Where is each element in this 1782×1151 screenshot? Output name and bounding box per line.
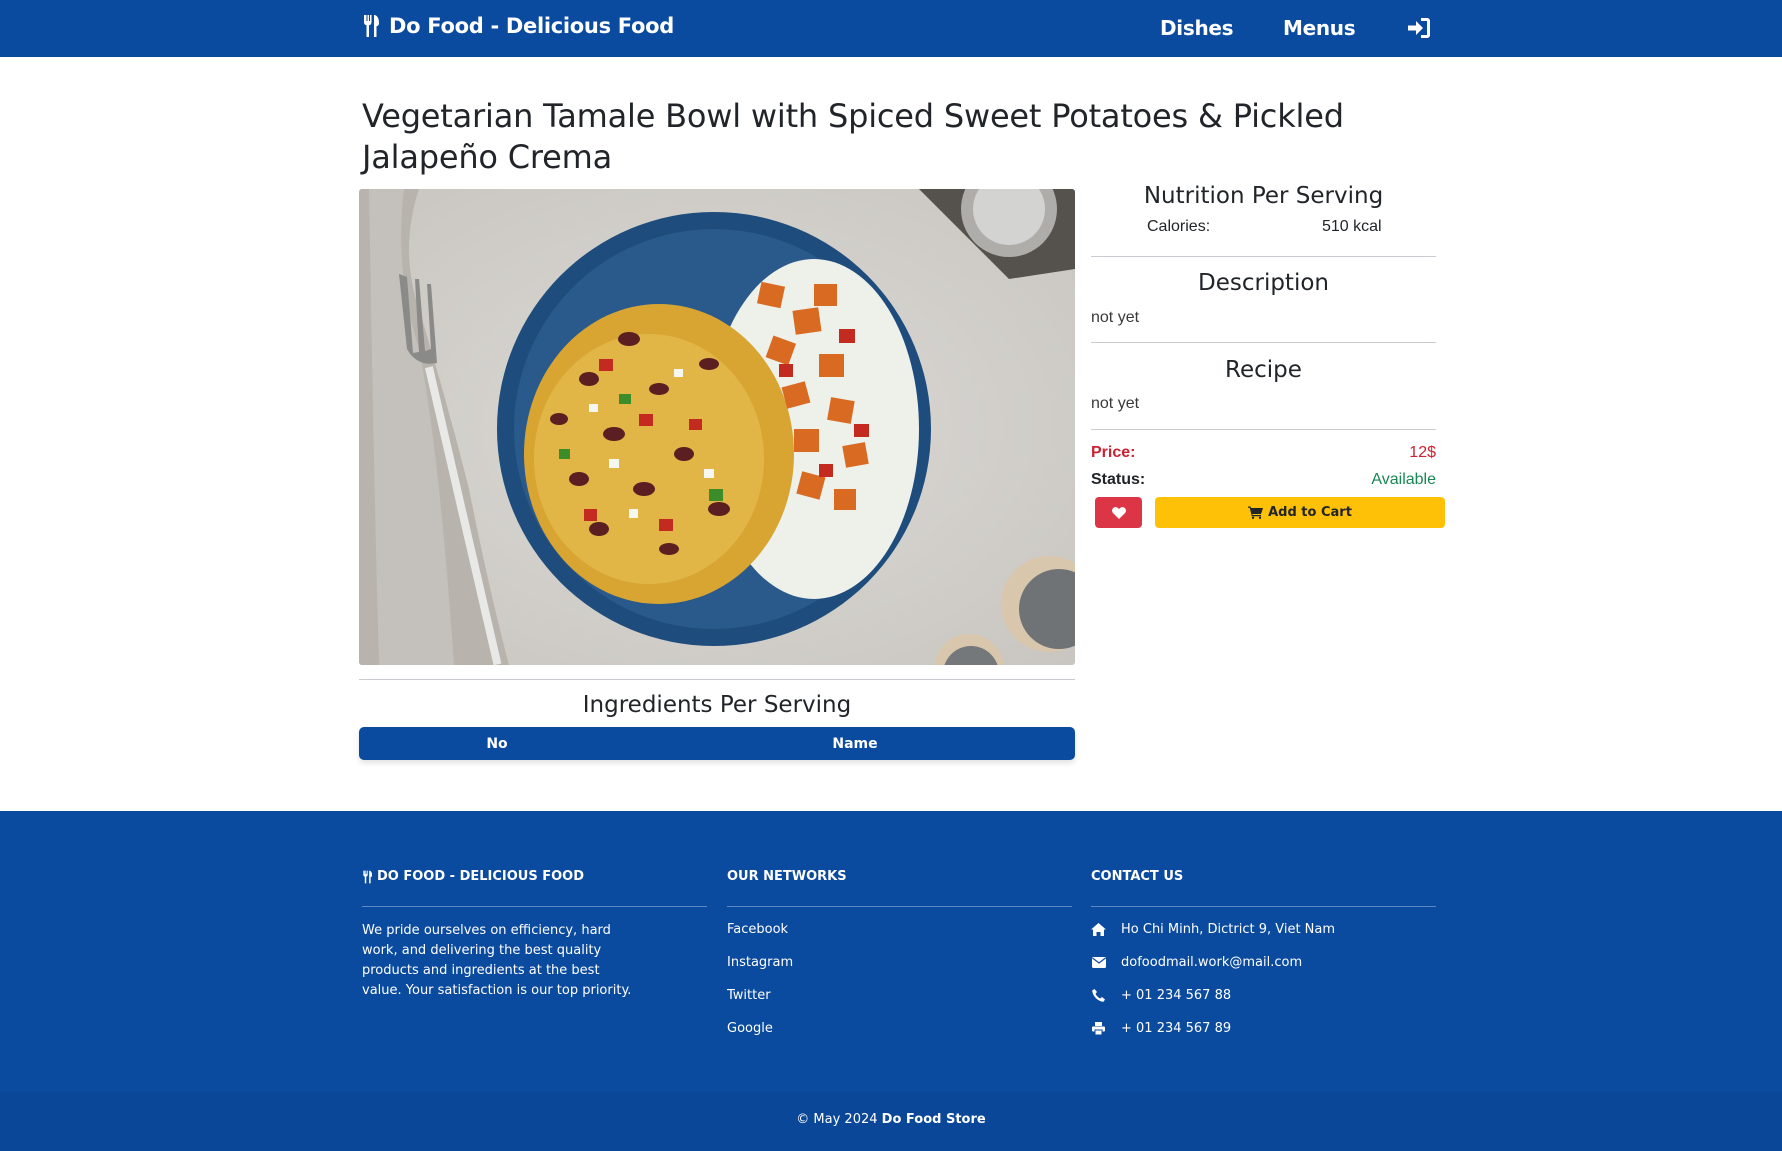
ingredients-table-header: No Name — [359, 727, 1075, 760]
copyright: © May 2024 Do Food Store — [0, 1112, 1782, 1127]
home-icon — [1091, 923, 1106, 936]
footer-contact-heading: CONTACT US — [1091, 869, 1184, 884]
footer-about-text: We pride ourselves on efficiency, hard w… — [362, 923, 632, 998]
footer-networks-heading: OUR NETWORKS — [727, 869, 847, 884]
footer-link-twitter[interactable]: Twitter — [727, 988, 771, 1003]
dish-photo — [359, 189, 1075, 665]
nav-link-dishes[interactable]: Dishes — [1160, 16, 1234, 40]
brand-text: Do Food - Delicious Food — [389, 14, 674, 38]
footer-contact-address: Ho Chi Minh, Dictrict 9, Viet Nam — [1091, 922, 1335, 937]
print-icon — [1092, 1022, 1105, 1035]
ingredients-title: Ingredients Per Serving — [582, 692, 852, 718]
add-to-cart-button[interactable]: Add to Cart — [1155, 497, 1445, 528]
utensils-icon — [363, 870, 373, 883]
brand-link[interactable]: Do Food - Delicious Food — [362, 14, 674, 38]
column-header-name: Name — [832, 735, 878, 752]
description-text: not yet — [1091, 309, 1140, 326]
divider — [359, 679, 1075, 680]
copyright-store: Do Food Store — [881, 1112, 986, 1127]
footer-brand-text: DO FOOD - DELICIOUS FOOD — [377, 869, 585, 884]
navbar: Do Food - Delicious Food Dishes Menus — [0, 0, 1782, 57]
status-label: Status: — [1091, 471, 1146, 488]
calories-label: Calories: — [1147, 218, 1211, 235]
copyright-prefix: © May 2024 — [796, 1112, 878, 1127]
nav-link-menus[interactable]: Menus — [1283, 16, 1356, 40]
footer-link-instagram[interactable]: Instagram — [727, 955, 793, 970]
contact-fax-text: + 01 234 567 89 — [1121, 1021, 1232, 1036]
price-value: 12$ — [1409, 444, 1436, 461]
footer: DO FOOD - DELICIOUS FOOD OUR NETWORKS CO… — [0, 811, 1782, 1092]
footer-link-google[interactable]: Google — [727, 1021, 773, 1036]
contact-address-text: Ho Chi Minh, Dictrict 9, Viet Nam — [1121, 922, 1336, 937]
footer-link-facebook[interactable]: Facebook — [727, 922, 788, 937]
contact-phone-text: + 01 234 567 88 — [1121, 988, 1232, 1003]
footer-brand-heading: DO FOOD - DELICIOUS FOOD — [362, 869, 584, 884]
dish-title: Vegetarian Tamale Bowl with Spiced Sweet… — [362, 97, 1344, 176]
contact-email-text[interactable]: dofoodmail.work@mail.com — [1121, 955, 1302, 970]
calories-value: 510 kcal — [1322, 218, 1382, 235]
heart-icon — [1111, 506, 1126, 519]
divider — [1091, 342, 1436, 343]
recipe-title: Recipe — [1225, 357, 1302, 383]
status-value: Available — [1371, 471, 1436, 488]
footer-divider — [727, 906, 1072, 907]
sign-in-icon[interactable] — [1407, 17, 1431, 39]
divider — [1091, 256, 1436, 257]
nutrition-title: Nutrition Per Serving — [1143, 183, 1384, 209]
footer-contact-email: dofoodmail.work@mail.com — [1091, 955, 1302, 970]
shopping-cart-icon — [1248, 506, 1264, 519]
footer-divider — [1091, 906, 1436, 907]
phone-icon — [1092, 989, 1105, 1002]
footer-contact-fax: + 01 234 567 89 — [1091, 1021, 1231, 1036]
utensils-icon — [364, 15, 379, 37]
envelope-icon — [1091, 957, 1106, 968]
footer-contact-phone: + 01 234 567 88 — [1091, 988, 1231, 1003]
favorite-button[interactable] — [1095, 497, 1142, 528]
description-title: Description — [1198, 270, 1329, 296]
add-to-cart-label: Add to Cart — [1268, 505, 1352, 520]
column-header-no: No — [486, 735, 508, 752]
footer-bottom-bar: © May 2024 Do Food Store — [0, 1092, 1782, 1151]
price-label: Price: — [1091, 444, 1136, 461]
footer-divider — [362, 906, 707, 907]
recipe-text: not yet — [1091, 395, 1140, 412]
divider — [1091, 429, 1436, 430]
